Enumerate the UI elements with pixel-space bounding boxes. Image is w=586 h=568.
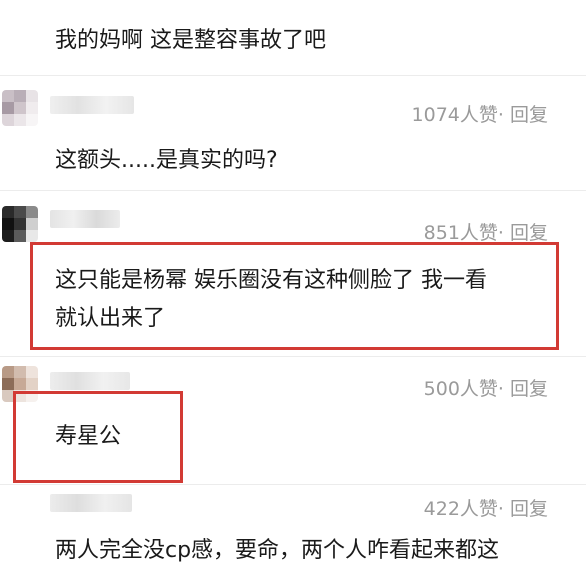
comment-meta: 1074人赞· 回复 — [412, 100, 548, 127]
like-count[interactable]: 851人赞 — [424, 218, 498, 245]
comment-text: 我的妈啊 这是整容事故了吧 — [55, 28, 326, 53]
reply-link[interactable]: · 回复 — [498, 100, 548, 127]
divider — [0, 75, 586, 76]
divider — [0, 484, 586, 485]
divider — [0, 356, 586, 357]
username-blurred[interactable] — [50, 96, 134, 114]
highlight-box — [13, 391, 183, 483]
reply-link[interactable]: · 回复 — [498, 218, 548, 245]
divider — [0, 190, 586, 191]
username-blurred[interactable] — [50, 494, 132, 512]
comment-text: 两人完全没cp感，要命，两个人咋看起来都这 — [55, 538, 500, 563]
comment-text: 这额头.....是真实的吗? — [55, 148, 278, 173]
like-count[interactable]: 500人赞 — [424, 374, 498, 401]
comment-meta: 851人赞· 回复 — [424, 218, 548, 245]
reply-link[interactable]: · 回复 — [498, 374, 548, 401]
like-count[interactable]: 422人赞 — [424, 494, 498, 521]
like-count[interactable]: 1074人赞 — [412, 100, 498, 127]
highlight-box — [30, 242, 559, 350]
username-blurred[interactable] — [50, 372, 130, 390]
avatar[interactable] — [2, 90, 38, 126]
avatar[interactable] — [2, 206, 38, 242]
reply-link[interactable]: · 回复 — [498, 494, 548, 521]
comment-meta: 500人赞· 回复 — [424, 374, 548, 401]
comment-meta: 422人赞· 回复 — [424, 494, 548, 521]
username-blurred[interactable] — [50, 210, 120, 228]
